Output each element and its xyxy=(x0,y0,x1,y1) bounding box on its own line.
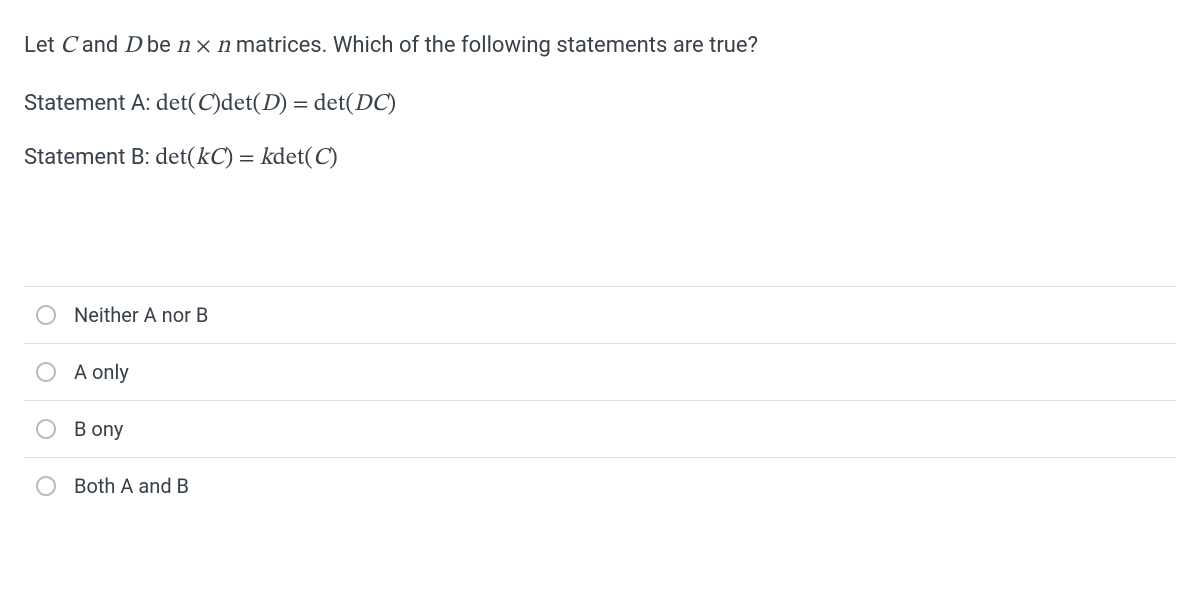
paren-close: ) xyxy=(279,92,288,116)
det-fn: det xyxy=(273,146,305,170)
var-d: D xyxy=(261,92,279,116)
det-fn: det xyxy=(221,92,253,116)
var-c: C xyxy=(60,34,76,58)
option-label: Neither A nor B xyxy=(74,303,208,327)
question-intro: Let C and D be n × n matrices. Which of … xyxy=(24,28,1176,64)
text-let: Let xyxy=(24,33,60,58)
det-fn: det xyxy=(156,92,188,116)
statement-a-label: Statement A: xyxy=(24,91,156,116)
option-both[interactable]: Both A and B xyxy=(24,457,1176,514)
paren-close: ) xyxy=(225,146,234,170)
text-be: be xyxy=(147,33,176,58)
var-k: k xyxy=(260,146,273,170)
equals: = xyxy=(239,148,260,170)
equals: = xyxy=(293,94,314,116)
paren-close: ) xyxy=(388,92,397,116)
var-n1: n xyxy=(176,34,190,58)
option-label: B ony xyxy=(74,417,123,441)
paren-close: ) xyxy=(212,92,221,116)
var-d: D xyxy=(124,34,142,58)
paren-open: ( xyxy=(304,146,313,170)
var-c: C xyxy=(371,92,387,116)
var-c: C xyxy=(209,146,225,170)
radio-icon[interactable] xyxy=(36,362,56,382)
statement-a: Statement A: det(C)det(D) = det(DC) xyxy=(24,86,1176,122)
radio-icon[interactable] xyxy=(36,476,56,496)
paren-open: ( xyxy=(188,92,197,116)
det-fn: det xyxy=(314,92,346,116)
text-and: and xyxy=(82,33,124,58)
option-neither[interactable]: Neither A nor B xyxy=(24,286,1176,343)
var-d: D xyxy=(354,92,372,116)
text-post: matrices. Which of the following stateme… xyxy=(236,33,758,58)
radio-icon[interactable] xyxy=(36,419,56,439)
option-label: A only xyxy=(74,360,129,384)
paren-open: ( xyxy=(187,146,196,170)
statement-b-label: Statement B: xyxy=(24,145,155,170)
option-a-only[interactable]: A only xyxy=(24,343,1176,400)
times-symbol: × xyxy=(196,36,217,58)
paren-close: ) xyxy=(329,146,338,170)
paren-open: ( xyxy=(253,92,262,116)
radio-icon[interactable] xyxy=(36,305,56,325)
var-k: k xyxy=(196,146,209,170)
var-c: C xyxy=(196,92,212,116)
statement-b: Statement B: det(kC) = kdet(C) xyxy=(24,140,1176,176)
det-fn: det xyxy=(155,146,187,170)
var-c: C xyxy=(313,146,329,170)
var-n2: n xyxy=(217,34,231,58)
options-list: Neither A nor B A only B ony Both A and … xyxy=(24,286,1176,514)
paren-open: ( xyxy=(345,92,354,116)
option-label: Both A and B xyxy=(74,474,189,498)
option-b-only[interactable]: B ony xyxy=(24,400,1176,457)
